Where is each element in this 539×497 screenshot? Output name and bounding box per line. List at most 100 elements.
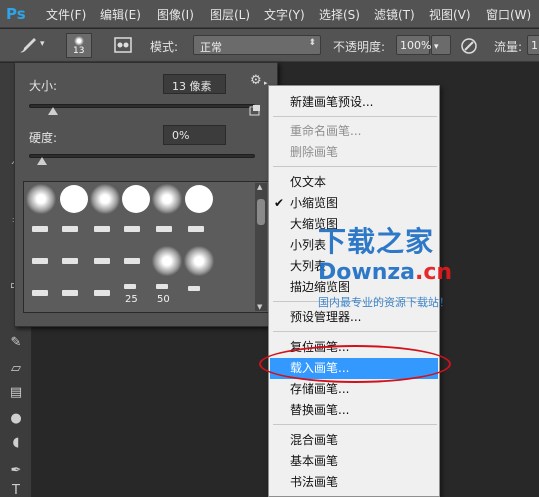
opacity-label: 不透明度: (333, 40, 386, 54)
menu-image[interactable]: 图像(I) (157, 6, 194, 23)
opacity-value: 100% (400, 39, 432, 52)
blur-drop-icon[interactable]: ● (8, 411, 24, 427)
size-label: 大小: (29, 79, 58, 93)
preset-size-number: 25 (125, 294, 138, 305)
menu-select[interactable]: 选择(S) (319, 6, 360, 23)
brush-tip-preset[interactable] (188, 226, 204, 232)
brush-tool-icon[interactable] (16, 33, 40, 57)
scroll-up-icon[interactable]: ▲ (257, 183, 262, 191)
opacity-dropdown[interactable]: ▾ (431, 35, 451, 55)
soft-round-brush-preset[interactable] (184, 246, 214, 276)
gear-menu-chevron-icon[interactable]: ▸ (264, 79, 268, 87)
hardness-slider-thumb[interactable] (37, 157, 47, 165)
menu-separator (273, 166, 437, 167)
hard-round-brush-preset[interactable] (185, 185, 213, 213)
watermark-url-main: Downza (318, 260, 416, 285)
tool-preset-chevron-icon[interactable]: ▾ (40, 33, 52, 57)
menu-type[interactable]: 文字(Y) (264, 6, 305, 23)
scrollbar-thumb[interactable] (257, 199, 265, 225)
menu-item-mixer-brushes[interactable]: 混合画笔 (270, 430, 438, 451)
menu-item-calligraphic-brushes[interactable]: 书法画笔 (270, 472, 438, 493)
opacity-input[interactable]: 100% (396, 35, 432, 55)
chevron-down-icon: ▾ (434, 42, 439, 52)
menu-item-basic-brushes[interactable]: 基本画笔 (270, 451, 438, 472)
hardness-slider-track[interactable] (29, 154, 255, 158)
menu-item-small-thumbnail[interactable]: ✔ 小缩览图 (270, 193, 438, 214)
brush-preset-picker[interactable]: 13 (66, 33, 92, 58)
menu-separator (273, 331, 437, 332)
flow-input[interactable]: 1 (527, 35, 539, 55)
hard-round-brush-preset[interactable] (122, 185, 150, 213)
watermark-title: 下载之家 (318, 225, 435, 258)
flow-label: 流量: (494, 40, 523, 54)
size-slider-track[interactable] (29, 104, 255, 108)
menu-file[interactable]: 文件(F) (46, 6, 86, 23)
scroll-down-icon[interactable]: ▼ (257, 303, 262, 311)
brush-panel-toggle-icon[interactable] (113, 35, 133, 55)
pen-icon[interactable]: ✒ (8, 463, 24, 479)
brush-presets-grid: 25 50 ▲ ▼ (23, 181, 269, 313)
brush-tip-preset[interactable] (94, 290, 110, 296)
mode-select[interactable]: 正常 ⬍ (193, 35, 321, 55)
watermark-url-tld: .cn (415, 260, 453, 285)
menu-item-text-only[interactable]: 仅文本 (270, 172, 438, 193)
checkmark-icon: ✔ (274, 196, 285, 210)
menu-bar: Ps 文件(F) 编辑(E) 图像(I) 图层(L) 文字(Y) 选择(S) 滤… (0, 0, 539, 28)
brush-tip-preset[interactable] (124, 258, 140, 264)
brush-tip-preset[interactable] (124, 226, 140, 232)
menu-item-delete-brush[interactable]: 删除画笔 (270, 142, 438, 163)
soft-round-brush-preset[interactable] (152, 246, 182, 276)
hard-round-brush-preset[interactable] (60, 185, 88, 213)
brush-tip-preset[interactable] (188, 286, 200, 291)
updown-arrows-icon: ⬍ (308, 38, 316, 48)
soft-brush-preview-icon (74, 36, 84, 46)
brush-tip-preset[interactable] (94, 258, 110, 264)
pressure-opacity-icon[interactable] (459, 36, 479, 56)
brush-tip-preset[interactable] (62, 226, 78, 232)
menu-item-new-brush-preset[interactable]: 新建画笔预设... (270, 92, 438, 113)
menu-window[interactable]: 窗口(W) (486, 6, 531, 23)
dodge-icon[interactable]: ◖ (8, 435, 24, 451)
menu-item-replace-brushes[interactable]: 替换画笔... (270, 400, 438, 421)
brush-tip-preset[interactable] (156, 226, 172, 232)
size-slider-thumb[interactable] (48, 107, 59, 115)
presets-scrollbar[interactable]: ▲ ▼ (255, 183, 267, 311)
menu-view[interactable]: 视图(V) (429, 6, 471, 23)
brush-tip-preset[interactable] (94, 226, 110, 232)
preset-size-number: 50 (157, 294, 170, 305)
hardness-label: 硬度: (29, 131, 58, 145)
mode-value: 正常 (200, 41, 222, 54)
type-tool-icon[interactable]: T (8, 483, 24, 497)
brush-tip-preset[interactable] (124, 284, 136, 289)
brush-tip-preset[interactable] (32, 258, 48, 264)
watermark-subtitle: 国内最专业的资源下载站！ (318, 296, 450, 309)
menu-item-rename-brush[interactable]: 重命名画笔... (270, 121, 438, 142)
brush-size-readout: 13 (73, 46, 85, 56)
brush-tip-preset[interactable] (32, 290, 48, 296)
brush-tip-preset[interactable] (32, 226, 48, 232)
size-value-field[interactable]: 13 像素 (163, 74, 226, 94)
brush-tip-preset[interactable] (62, 258, 78, 264)
menu-filter[interactable]: 滤镜(T) (374, 6, 415, 23)
soft-round-brush-preset[interactable] (26, 184, 56, 214)
menu-layer[interactable]: 图层(L) (210, 6, 250, 23)
gradient-icon[interactable]: ▤ (8, 385, 24, 401)
menu-edit[interactable]: 编辑(E) (100, 6, 141, 23)
new-preset-icon[interactable] (249, 104, 261, 116)
soft-round-brush-preset[interactable] (90, 184, 120, 214)
menu-item-preset-manager[interactable]: 预设管理器... (270, 307, 438, 328)
mode-label: 模式: (150, 40, 179, 54)
photoshop-logo: Ps (6, 5, 26, 23)
soft-round-brush-preset[interactable] (152, 184, 182, 214)
options-bar: ▾ 13 模式: 正常 ⬍ 不透明度: 100% ▾ 流量: 1 (0, 29, 539, 62)
watermark-url: Downza.cn (318, 260, 452, 285)
brush-tip-preset[interactable] (62, 290, 78, 296)
brush-preset-picker-panel: 大小: 13 像素 ⚙ ▸ 硬度: 0% 25 50 ▲ ▼ (14, 62, 278, 327)
menu-item-small-thumbnail-label: 小缩览图 (290, 196, 339, 210)
menu-separator (273, 424, 437, 425)
history-brush-icon[interactable]: ✎ (8, 335, 24, 351)
hardness-value-field[interactable]: 0% (163, 125, 226, 145)
brush-tip-preset[interactable] (156, 284, 168, 289)
brush-panel-context-menu: 新建画笔预设... 重命名画笔... 删除画笔 仅文本 ✔ 小缩览图 大缩览图 … (268, 85, 440, 497)
eraser-icon[interactable]: ▱ (8, 361, 24, 377)
